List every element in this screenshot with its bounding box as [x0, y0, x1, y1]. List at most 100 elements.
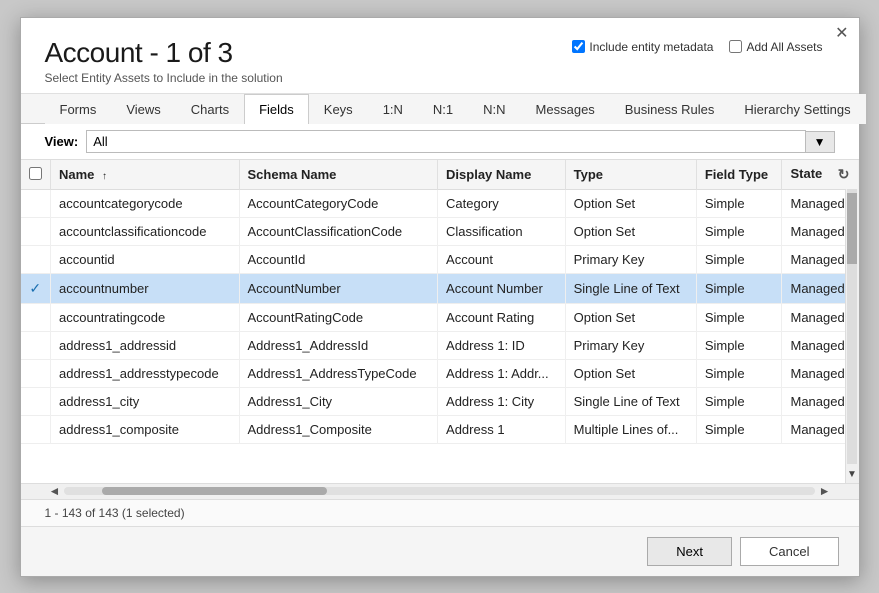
add-all-assets-label: Add All Assets — [746, 40, 822, 54]
tab-charts[interactable]: Charts — [176, 94, 244, 124]
tab-fields[interactable]: Fields — [244, 94, 309, 124]
row-checkbox-cell[interactable] — [21, 190, 51, 218]
table-row[interactable]: ✓ accountnumberAccountNumberAccount Numbe… — [21, 274, 859, 304]
cell-field-type: Simple — [696, 388, 782, 416]
view-select-wrap: All ▼ — [86, 130, 834, 153]
cancel-button[interactable]: Cancel — [740, 537, 838, 566]
tab-business-rules[interactable]: Business Rules — [610, 94, 730, 124]
cell-schema-name: Address1_AddressTypeCode — [239, 360, 438, 388]
fields-table: Name ↑ Schema Name Display Name Type Fie… — [21, 160, 859, 444]
include-metadata-label: Include entity metadata — [589, 40, 713, 54]
vertical-scrollbar[interactable]: ▲ ▼ — [845, 160, 859, 482]
add-all-assets-checkbox[interactable] — [729, 40, 742, 53]
cell-type: Option Set — [565, 360, 696, 388]
table-row[interactable]: address1_compositeAddress1_CompositeAddr… — [21, 416, 859, 444]
tab-n-1[interactable]: N:1 — [418, 94, 468, 124]
cell-schema-name: AccountNumber — [239, 274, 438, 304]
row-checkmark: ✓ — [29, 280, 41, 296]
row-checkbox-cell[interactable] — [21, 416, 51, 444]
cell-schema-name: AccountId — [239, 246, 438, 274]
cell-display-name: Address 1 — [438, 416, 566, 444]
view-label: View: — [45, 134, 79, 149]
row-checkbox-cell[interactable]: ✓ — [21, 274, 51, 304]
cell-display-name: Account Rating — [438, 304, 566, 332]
th-display-name: Display Name — [438, 160, 566, 190]
row-checkbox-cell[interactable] — [21, 304, 51, 332]
cell-field-type: Simple — [696, 416, 782, 444]
dialog-subtitle: Select Entity Assets to Include in the s… — [45, 71, 835, 85]
scroll-left-button[interactable]: ◄ — [45, 484, 65, 498]
th-name[interactable]: Name ↑ — [51, 160, 240, 190]
status-text: 1 - 143 of 143 (1 selected) — [45, 506, 185, 520]
cell-display-name: Address 1: ID — [438, 332, 566, 360]
header-options: Include entity metadata Add All Assets — [572, 40, 822, 54]
include-metadata-option[interactable]: Include entity metadata — [572, 40, 713, 54]
cell-type: Option Set — [565, 218, 696, 246]
tab-hierarchy-settings[interactable]: Hierarchy Settings — [729, 94, 865, 124]
row-checkbox-cell[interactable] — [21, 218, 51, 246]
row-checkbox-cell[interactable] — [21, 360, 51, 388]
th-schema-name: Schema Name — [239, 160, 438, 190]
cell-name: accountnumber — [51, 274, 240, 304]
th-type: Type — [565, 160, 696, 190]
add-all-assets-option[interactable]: Add All Assets — [729, 40, 822, 54]
h-scroll-track — [64, 487, 814, 495]
h-scroll-thumb — [102, 487, 327, 495]
cell-name: address1_composite — [51, 416, 240, 444]
view-select[interactable]: All — [86, 130, 805, 153]
table-row[interactable]: address1_cityAddress1_CityAddress 1: Cit… — [21, 388, 859, 416]
refresh-icon[interactable]: ↻ — [838, 166, 850, 183]
next-button[interactable]: Next — [647, 537, 732, 566]
cell-schema-name: AccountClassificationCode — [239, 218, 438, 246]
tab-1-n[interactable]: 1:N — [368, 94, 418, 124]
table-row[interactable]: address1_addresstypecodeAddress1_Address… — [21, 360, 859, 388]
scroll-thumb — [847, 193, 857, 264]
include-metadata-checkbox[interactable] — [572, 40, 585, 53]
cell-field-type: Simple — [696, 332, 782, 360]
table-row[interactable]: accountcategorycodeAccountCategoryCodeCa… — [21, 190, 859, 218]
cell-field-type: Simple — [696, 218, 782, 246]
tab-views[interactable]: Views — [111, 94, 175, 124]
tab-keys[interactable]: Keys — [309, 94, 368, 124]
th-check — [21, 160, 51, 190]
cell-type: Single Line of Text — [565, 388, 696, 416]
cell-name: address1_city — [51, 388, 240, 416]
cell-display-name: Address 1: Addr... — [438, 360, 566, 388]
table-header-row: Name ↑ Schema Name Display Name Type Fie… — [21, 160, 859, 190]
cell-display-name: Account — [438, 246, 566, 274]
cell-type: Primary Key — [565, 246, 696, 274]
view-bar: View: All ▼ — [21, 124, 859, 160]
cell-type: Primary Key — [565, 332, 696, 360]
cell-name: address1_addressid — [51, 332, 240, 360]
close-button[interactable]: ✕ — [835, 26, 848, 42]
tab-messages[interactable]: Messages — [521, 94, 610, 124]
cell-schema-name: AccountCategoryCode — [239, 190, 438, 218]
cell-display-name: Account Number — [438, 274, 566, 304]
cell-schema-name: AccountRatingCode — [239, 304, 438, 332]
view-dropdown-button[interactable]: ▼ — [806, 131, 835, 153]
cell-display-name: Address 1: City — [438, 388, 566, 416]
cell-display-name: Classification — [438, 218, 566, 246]
cell-schema-name: Address1_AddressId — [239, 332, 438, 360]
scroll-down-button[interactable]: ▼ — [846, 466, 859, 483]
cell-type: Option Set — [565, 304, 696, 332]
cell-type: Option Set — [565, 190, 696, 218]
tab-n-n[interactable]: N:N — [468, 94, 520, 124]
horizontal-scrollbar[interactable]: ◄ ► — [21, 483, 859, 499]
status-bar: 1 - 143 of 143 (1 selected) — [21, 499, 859, 526]
table-container: Name ↑ Schema Name Display Name Type Fie… — [21, 160, 859, 482]
row-checkbox-cell[interactable] — [21, 246, 51, 274]
cell-field-type: Simple — [696, 304, 782, 332]
row-checkbox-cell[interactable] — [21, 388, 51, 416]
table-row[interactable]: accountclassificationcodeAccountClassifi… — [21, 218, 859, 246]
cell-type: Multiple Lines of... — [565, 416, 696, 444]
footer: Next Cancel — [21, 526, 859, 576]
table-row[interactable]: accountidAccountIdAccountPrimary KeySimp… — [21, 246, 859, 274]
table-row[interactable]: address1_addressidAddress1_AddressIdAddr… — [21, 332, 859, 360]
scroll-right-button[interactable]: ► — [815, 484, 835, 498]
cell-schema-name: Address1_Composite — [239, 416, 438, 444]
tab-forms[interactable]: Forms — [45, 94, 112, 124]
select-all-checkbox[interactable] — [29, 167, 42, 180]
table-row[interactable]: accountratingcodeAccountRatingCodeAccoun… — [21, 304, 859, 332]
row-checkbox-cell[interactable] — [21, 332, 51, 360]
